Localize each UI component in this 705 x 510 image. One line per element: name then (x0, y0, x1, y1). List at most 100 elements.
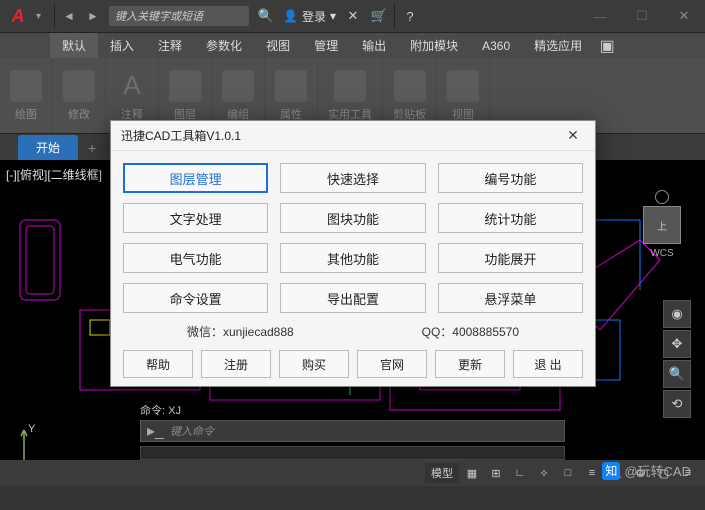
window-maximize-button[interactable]: ☐ (621, 0, 663, 32)
file-tab-start[interactable]: 开始 (18, 135, 78, 160)
qat-undo-icon[interactable]: ◄ (57, 0, 81, 32)
polar-icon[interactable]: ✧ (533, 463, 555, 483)
command-line: 命令: XJ ▸_ 键入命令 (140, 402, 565, 442)
window-close-button[interactable]: ✕ (663, 0, 705, 32)
dialog-body: 图层管理 快速选择 编号功能 文字处理 图块功能 统计功能 电气功能 其他功能 … (111, 151, 595, 386)
chevron-down-icon: ▾ (330, 9, 336, 23)
osnap-icon[interactable]: □ (557, 463, 579, 483)
btn-exit[interactable]: 退 出 (513, 350, 583, 378)
viewcube[interactable]: 上 WCS (633, 190, 691, 270)
props-icon (275, 70, 307, 102)
btn-block[interactable]: 图块功能 (280, 203, 425, 233)
ribbon-tab-a360[interactable]: A360 (470, 33, 522, 58)
btn-float-menu[interactable]: 悬浮菜单 (438, 283, 583, 313)
btn-quick-select[interactable]: 快速选择 (280, 163, 425, 193)
nav-pan-icon[interactable]: ✥ (663, 330, 691, 358)
ribbon-tab-view[interactable]: 视图 (254, 33, 302, 58)
watermark-text: @玩转CAD (624, 461, 691, 480)
exchange-icon[interactable]: ✕ (340, 0, 366, 32)
small-button-row: 帮助 注册 购买 官网 更新 退 出 (123, 350, 583, 378)
button-grid: 图层管理 快速选择 编号功能 文字处理 图块功能 统计功能 电气功能 其他功能 … (123, 163, 583, 313)
nav-orbit-icon[interactable]: ⟲ (663, 390, 691, 418)
btn-other[interactable]: 其他功能 (280, 243, 425, 273)
ribbon-tab-parametric[interactable]: 参数化 (194, 33, 254, 58)
utils-icon (334, 70, 366, 102)
search-box[interactable]: 键入关键字或短语 (109, 6, 249, 26)
btn-help[interactable]: 帮助 (123, 350, 193, 378)
btn-register[interactable]: 注册 (201, 350, 271, 378)
group-icon (222, 70, 254, 102)
window-titlebar: A ▾ ◄ ► 键入关键字或短语 🔍 👤 登录 ▾ ✕ 🛒 ? — ☐ ✕ (0, 0, 705, 32)
command-menu-icon[interactable]: ▸_ (147, 421, 164, 441)
nav-wheel-icon[interactable]: ◉ (663, 300, 691, 328)
binoculars-icon[interactable]: 🔍 (253, 0, 279, 32)
btn-website[interactable]: 官网 (357, 350, 427, 378)
qq-info: QQ：4008885570 (422, 323, 519, 340)
draw-icon (10, 70, 42, 102)
ribbon-tab-featured[interactable]: 精选应用 (522, 33, 594, 58)
status-bar: 模型 ▦ ⊞ ∟ ✧ □ ≡ 人 ⚙ ▢ ≡ (0, 460, 705, 486)
btn-numbering[interactable]: 编号功能 (438, 163, 583, 193)
btn-cmd-settings[interactable]: 命令设置 (123, 283, 268, 313)
zhihu-icon: 知 (602, 462, 620, 480)
command-placeholder: 键入命令 (170, 423, 214, 439)
snap-icon[interactable]: ⊞ (485, 463, 507, 483)
lineweight-icon[interactable]: ≡ (581, 463, 603, 483)
help-icon[interactable]: ? (397, 0, 423, 32)
cart-icon[interactable]: 🛒 (366, 0, 392, 32)
model-space-button[interactable]: 模型 (425, 463, 459, 483)
viewcube-face[interactable]: 上 (643, 206, 681, 244)
dialog-close-button[interactable]: ✕ (561, 127, 585, 144)
ribbon-tab-output[interactable]: 输出 (350, 33, 398, 58)
spacer (423, 0, 579, 32)
ribbon-tab-addins[interactable]: 附加模块 (398, 33, 470, 58)
ribbon-overflow-icon[interactable]: ▣ (594, 33, 620, 58)
command-input[interactable]: ▸_ 键入命令 (140, 420, 565, 442)
divider (394, 4, 395, 28)
watermark: 知 @玩转CAD (602, 461, 691, 480)
btn-export-config[interactable]: 导出配置 (280, 283, 425, 313)
new-tab-button[interactable]: + (78, 136, 106, 160)
nav-zoom-icon[interactable]: 🔍 (663, 360, 691, 388)
btn-layer-manage[interactable]: 图层管理 (123, 163, 268, 193)
layers-icon (169, 70, 201, 102)
viewcube-compass-icon[interactable] (655, 190, 669, 204)
grid-icon[interactable]: ▦ (461, 463, 483, 483)
btn-update[interactable]: 更新 (435, 350, 505, 378)
ribbon-group-draw[interactable]: 绘图 (0, 58, 53, 133)
ribbon-tab-default[interactable]: 默认 (50, 33, 98, 58)
btn-text-process[interactable]: 文字处理 (123, 203, 268, 233)
modify-icon (63, 70, 95, 102)
qat-redo-icon[interactable]: ► (81, 0, 105, 32)
ribbon-group-modify[interactable]: 修改 (53, 58, 106, 133)
wcs-label[interactable]: WCS (633, 248, 691, 259)
ortho-icon[interactable]: ∟ (509, 463, 531, 483)
ribbon-tab-annotate[interactable]: 注释 (146, 33, 194, 58)
btn-expand[interactable]: 功能展开 (438, 243, 583, 273)
ribbon-tab-insert[interactable]: 插入 (98, 33, 146, 58)
divider (54, 4, 55, 28)
text-icon: A (116, 70, 148, 102)
ribbon-tab-strip: 默认 插入 注释 参数化 视图 管理 输出 附加模块 A360 精选应用 ▣ (0, 32, 705, 58)
btn-statistics[interactable]: 统计功能 (438, 203, 583, 233)
svg-text:Y: Y (28, 423, 36, 435)
app-logo[interactable]: A (0, 0, 36, 32)
svg-text:X: X (64, 459, 72, 460)
navigation-bar: ◉ ✥ 🔍 ⟲ (663, 300, 691, 420)
contact-info: 微信：xunjiecad888 QQ：4008885570 (123, 323, 583, 340)
command-history: 命令: XJ (140, 402, 565, 418)
login-label: 登录 (302, 8, 326, 25)
toolbox-dialog: 迅捷CAD工具箱V1.0.1 ✕ 图层管理 快速选择 编号功能 文字处理 图块功… (110, 120, 596, 387)
ribbon-tab-manage[interactable]: 管理 (302, 33, 350, 58)
horizontal-scrollbar[interactable] (140, 446, 565, 460)
search-placeholder: 键入关键字或短语 (115, 8, 203, 24)
app-menu-arrow[interactable]: ▾ (36, 0, 52, 32)
signin-button[interactable]: 👤 登录 ▾ (279, 0, 340, 32)
clipboard-icon (394, 70, 426, 102)
dialog-titlebar[interactable]: 迅捷CAD工具箱V1.0.1 ✕ (111, 121, 595, 151)
view-icon (447, 70, 479, 102)
btn-electrical[interactable]: 电气功能 (123, 243, 268, 273)
btn-buy[interactable]: 购买 (279, 350, 349, 378)
window-minimize-button[interactable]: — (579, 0, 621, 32)
user-icon: 👤 (283, 9, 298, 23)
